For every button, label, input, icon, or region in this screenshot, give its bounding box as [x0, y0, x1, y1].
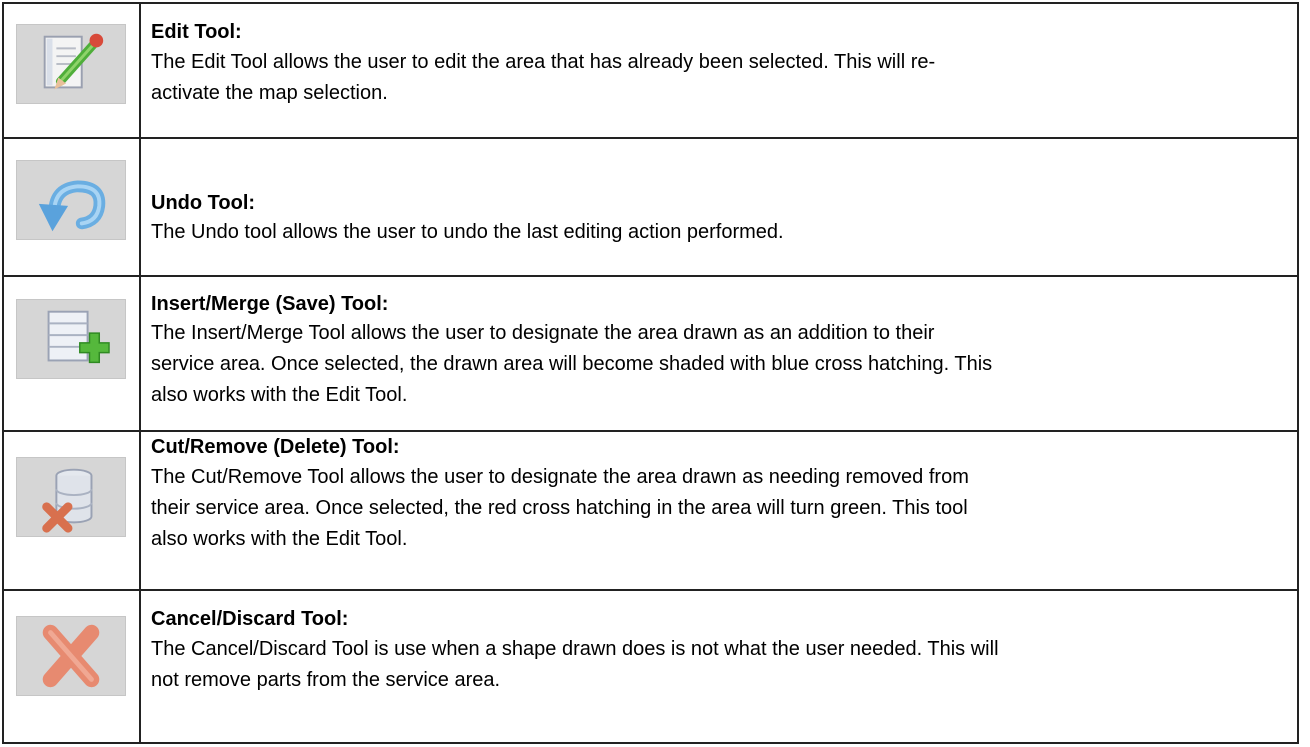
description-line: The Cancel/Discard Tool is use when a sh…	[151, 638, 999, 660]
undo-icon	[16, 160, 126, 240]
cut-remove-icon	[16, 457, 126, 537]
description-line: service area. Once selected, the drawn a…	[151, 353, 993, 375]
tool-title: Undo Tool:	[151, 192, 256, 214]
description-line: The Undo tool allows the user to undo th…	[151, 221, 784, 243]
cancel-discard-icon	[16, 616, 126, 696]
tool-description: The Undo tool allows the user to undo th…	[151, 217, 1283, 248]
tool-description: The Cancel/Discard Tool is use when a sh…	[151, 634, 1283, 696]
tool-description: The Insert/Merge Tool allows the user to…	[151, 318, 1283, 411]
icon-cell	[4, 139, 141, 275]
icon-cell	[4, 591, 141, 742]
text-cell: Edit Tool: The Edit Tool allows the user…	[151, 4, 1283, 137]
table-row-cut-remove-tool: Cut/Remove (Delete) Tool: The Cut/Remove…	[4, 432, 1297, 591]
icon-cell	[4, 432, 141, 589]
icon-cell	[4, 4, 141, 137]
icon-cell	[4, 277, 141, 430]
text-cell: Undo Tool: The Undo tool allows the user…	[151, 139, 1283, 275]
tool-title: Cancel/Discard Tool:	[151, 608, 349, 630]
description-line: The Insert/Merge Tool allows the user to…	[151, 322, 935, 344]
edit-icon	[16, 24, 126, 104]
description-line: The Cut/Remove Tool allows the user to d…	[151, 466, 969, 488]
table-row-edit-tool: Edit Tool: The Edit Tool allows the user…	[4, 4, 1297, 139]
tool-description: The Edit Tool allows the user to edit th…	[151, 47, 1283, 109]
description-line: activate the map selection.	[151, 82, 388, 104]
description-line: their service area. Once selected, the r…	[151, 497, 968, 519]
tool-title: Insert/Merge (Save) Tool:	[151, 293, 389, 315]
description-line: also works with the Edit Tool.	[151, 384, 408, 406]
tools-table: Edit Tool: The Edit Tool allows the user…	[2, 2, 1299, 744]
tool-title: Edit Tool:	[151, 21, 242, 43]
text-cell: Cancel/Discard Tool: The Cancel/Discard …	[151, 591, 1283, 742]
table-row-undo-tool: Undo Tool: The Undo tool allows the user…	[4, 139, 1297, 277]
insert-merge-icon	[16, 299, 126, 379]
text-cell: Cut/Remove (Delete) Tool: The Cut/Remove…	[151, 432, 1283, 589]
description-line: also works with the Edit Tool.	[151, 528, 408, 550]
table-row-insert-merge-tool: Insert/Merge (Save) Tool: The Insert/Mer…	[4, 277, 1297, 432]
text-cell: Insert/Merge (Save) Tool: The Insert/Mer…	[151, 277, 1283, 430]
description-line: The Edit Tool allows the user to edit th…	[151, 51, 936, 73]
tool-description: The Cut/Remove Tool allows the user to d…	[151, 462, 1283, 555]
table-row-cancel-discard-tool: Cancel/Discard Tool: The Cancel/Discard …	[4, 591, 1297, 742]
tool-title: Cut/Remove (Delete) Tool:	[151, 436, 400, 458]
description-line: not remove parts from the service area.	[151, 669, 501, 691]
